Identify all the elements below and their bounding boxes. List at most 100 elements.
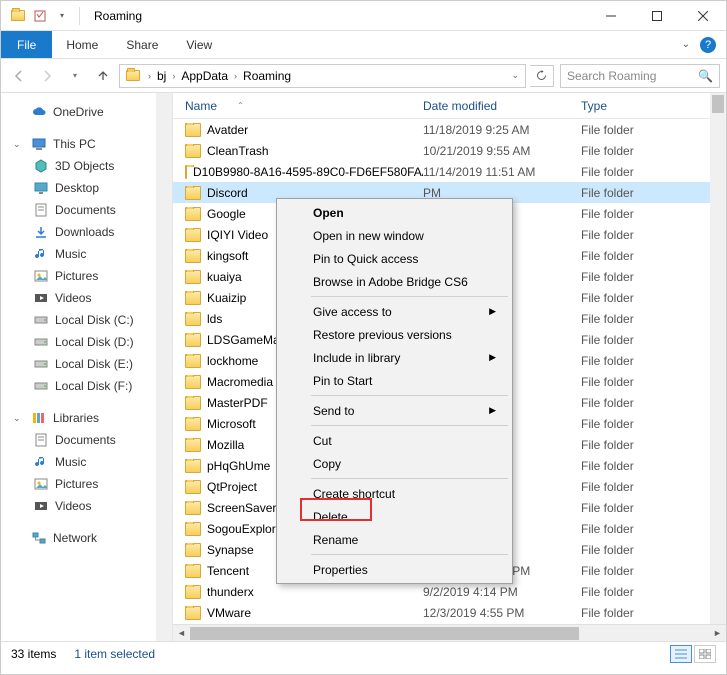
ctx-include-library[interactable]: Include in library▶: [279, 346, 510, 369]
sidebar-item-local-disk-e-[interactable]: Local Disk (E:): [1, 353, 172, 375]
music-icon: [33, 246, 49, 262]
tab-home[interactable]: Home: [52, 31, 112, 58]
view-icons-button[interactable]: [694, 645, 716, 663]
back-button[interactable]: [7, 64, 31, 88]
chevron-right-icon: ▶: [489, 405, 496, 416]
folder-icon: [185, 480, 201, 494]
vid-icon: [33, 290, 49, 306]
ctx-delete[interactable]: Delete: [279, 505, 510, 528]
expand-ribbon-icon[interactable]: ⌄: [682, 39, 690, 50]
table-row[interactable]: D10B9980-8A16-4595-89C0-FD6EF580FAAA11/1…: [173, 161, 726, 182]
breadcrumb-item[interactable]: Roaming: [241, 69, 293, 83]
folder-icon: [185, 417, 201, 431]
sidebar-item-libraries[interactable]: ⌄Libraries: [1, 407, 172, 429]
ctx-adobe-bridge[interactable]: Browse in Adobe Bridge CS6: [279, 270, 510, 293]
table-row[interactable]: Avatder11/18/2019 9:25 AMFile folder: [173, 119, 726, 140]
content-scrollbar[interactable]: [710, 93, 726, 624]
sidebar-item-videos[interactable]: Videos: [1, 495, 172, 517]
chevron-right-icon: ▶: [489, 352, 496, 363]
sidebar-item-local-disk-c-[interactable]: Local Disk (C:): [1, 309, 172, 331]
folder-icon: [185, 123, 201, 137]
search-box[interactable]: Search Roaming🔍: [560, 64, 720, 88]
tab-share[interactable]: Share: [112, 31, 172, 58]
ctx-create-shortcut[interactable]: Create shortcut: [279, 482, 510, 505]
minimize-button[interactable]: [588, 1, 634, 31]
search-placeholder: Search Roaming: [567, 69, 656, 83]
sidebar-item-videos[interactable]: Videos: [1, 287, 172, 309]
folder-icon: [185, 312, 201, 326]
desktop-icon: [33, 180, 49, 196]
folder-icon: [185, 354, 201, 368]
ctx-open[interactable]: Open: [279, 201, 510, 224]
sidebar-item-downloads[interactable]: Downloads: [1, 221, 172, 243]
col-type[interactable]: Type: [581, 99, 726, 113]
file-tab[interactable]: File: [1, 31, 52, 58]
down-icon: [33, 224, 49, 240]
refresh-button[interactable]: [530, 65, 554, 87]
breadcrumb-item[interactable]: bj: [155, 69, 168, 83]
selected-count: 1 item selected: [74, 647, 155, 661]
ctx-restore-versions[interactable]: Restore previous versions: [279, 323, 510, 346]
folder-icon: [185, 606, 201, 620]
horizontal-scrollbar[interactable]: ◄►: [173, 624, 726, 641]
sidebar-item-pictures[interactable]: Pictures: [1, 265, 172, 287]
sidebar-item-documents[interactable]: Documents: [1, 199, 172, 221]
ctx-cut[interactable]: Cut: [279, 429, 510, 452]
sidebar-item-desktop[interactable]: Desktop: [1, 177, 172, 199]
help-icon[interactable]: ?: [700, 37, 716, 53]
nav-bar: ▾ › bj› AppData› Roaming ⌄ Search Roamin…: [1, 59, 726, 93]
sidebar-scrollbar[interactable]: [156, 93, 172, 641]
col-date[interactable]: Date modified: [423, 99, 581, 113]
context-menu: Open Open in new window Pin to Quick acc…: [276, 198, 513, 584]
window-title: Roaming: [94, 9, 588, 23]
sidebar-item-network[interactable]: Network: [1, 527, 172, 549]
sidebar-item-local-disk-f-[interactable]: Local Disk (F:): [1, 375, 172, 397]
forward-button[interactable]: [35, 64, 59, 88]
sidebar-item-music[interactable]: Music: [1, 451, 172, 473]
ctx-open-new-window[interactable]: Open in new window: [279, 224, 510, 247]
recent-dropdown[interactable]: ▾: [63, 64, 87, 88]
table-row[interactable]: VMware12/3/2019 4:55 PMFile folder: [173, 602, 726, 623]
ctx-send-to[interactable]: Send to▶: [279, 399, 510, 422]
sidebar-item-music[interactable]: Music: [1, 243, 172, 265]
tab-view[interactable]: View: [172, 31, 226, 58]
sidebar-item-local-disk-d-[interactable]: Local Disk (D:): [1, 331, 172, 353]
sidebar-item-onedrive[interactable]: OneDrive: [1, 101, 172, 123]
ctx-give-access[interactable]: Give access to▶: [279, 300, 510, 323]
ctx-pin-start[interactable]: Pin to Start: [279, 369, 510, 392]
sort-asc-icon: ⌃: [237, 101, 244, 110]
folder-icon: [185, 459, 201, 473]
folder-icon: [185, 543, 201, 557]
folder-icon: [126, 70, 140, 81]
pic-icon: [33, 268, 49, 284]
folder-icon: [185, 144, 201, 158]
view-details-button[interactable]: [670, 645, 692, 663]
title-bar: ▾ Roaming: [1, 1, 726, 31]
folder-icon: [185, 165, 187, 179]
ctx-properties[interactable]: Properties: [279, 558, 510, 581]
sidebar-item-3d-objects[interactable]: 3D Objects: [1, 155, 172, 177]
address-dropdown-icon[interactable]: ⌄: [507, 70, 523, 81]
ctx-pin-quick-access[interactable]: Pin to Quick access: [279, 247, 510, 270]
breadcrumb-item[interactable]: AppData: [179, 69, 230, 83]
sidebar-item-pictures[interactable]: Pictures: [1, 473, 172, 495]
sidebar-item-documents[interactable]: Documents: [1, 429, 172, 451]
ctx-copy[interactable]: Copy: [279, 452, 510, 475]
table-row[interactable]: thunderx9/2/2019 4:14 PMFile folder: [173, 581, 726, 602]
cloud-icon: [31, 104, 47, 120]
folder-icon: [185, 333, 201, 347]
up-button[interactable]: [91, 64, 115, 88]
table-row[interactable]: CleanTrash10/21/2019 9:55 AMFile folder: [173, 140, 726, 161]
address-bar[interactable]: › bj› AppData› Roaming ⌄: [119, 64, 526, 88]
close-button[interactable]: [680, 1, 726, 31]
vid-icon: [33, 498, 49, 514]
qat-dropdown-icon[interactable]: ▾: [53, 7, 71, 25]
ctx-rename[interactable]: Rename: [279, 528, 510, 551]
maximize-button[interactable]: [634, 1, 680, 31]
sidebar-item-this-pc[interactable]: ⌄This PC: [1, 133, 172, 155]
folder-icon: [185, 207, 201, 221]
col-name[interactable]: Name⌃: [173, 99, 423, 113]
lib-icon: [31, 410, 47, 426]
docs-icon: [33, 202, 49, 218]
properties-qat-icon[interactable]: [31, 7, 49, 25]
